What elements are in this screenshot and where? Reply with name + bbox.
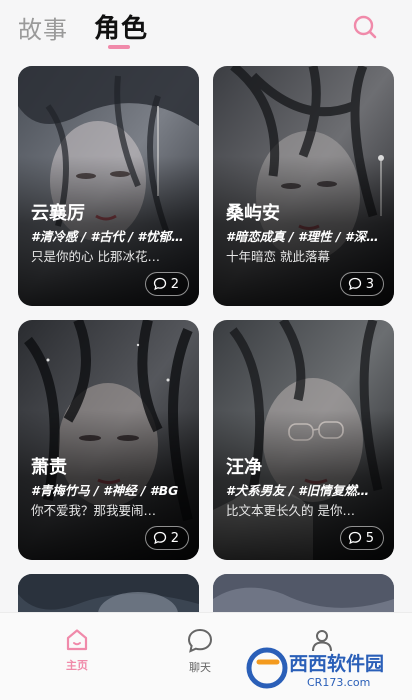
chat-bubble-icon — [348, 277, 361, 291]
search-icon — [353, 15, 377, 39]
character-description: 比文本更长久的 是你… — [226, 503, 355, 518]
chat-bubble-icon — [153, 277, 166, 291]
character-name: 云襄厉 — [31, 203, 85, 224]
chat-count: 2 — [170, 276, 179, 292]
chat-count: 2 — [170, 530, 179, 546]
chat-count-badge: 2 — [144, 272, 189, 296]
chat-bubble-icon — [348, 531, 361, 545]
chat-count: 3 — [365, 276, 374, 292]
character-name: 桑屿安 — [226, 203, 280, 224]
character-tags: #青梅竹马 / #神经 / #BG — [31, 483, 179, 498]
active-tab-indicator — [108, 45, 130, 49]
chat-count-badge: 5 — [339, 526, 384, 550]
character-tags: #暗恋成真 / #理性 / #深… — [226, 229, 379, 244]
chat-bubble-icon — [153, 531, 166, 545]
chat-count-badge: 2 — [144, 526, 189, 550]
nav-home-label: 主页 — [66, 659, 88, 672]
character-card[interactable]: 云襄厉 #清冷感 / #古代 / #忧郁… 只是你的心 比那冰花… 2 — [18, 66, 199, 306]
tab-story[interactable]: 故事 — [18, 10, 68, 45]
watermark-url: CR173.com — [307, 676, 370, 689]
nav-chat[interactable]: 聊天 — [170, 627, 230, 675]
character-card[interactable]: 汪净 #犬系男友 / #旧情复燃… 比文本更长久的 是你… 5 — [213, 320, 394, 560]
chat-count-badge: 3 — [339, 272, 384, 296]
tab-characters[interactable]: 角色 — [94, 8, 148, 45]
chat-bubble-icon — [187, 628, 213, 653]
character-description: 你不爱我？那我要闹… — [31, 503, 157, 518]
nav-chat-label: 聊天 — [189, 661, 211, 674]
search-button[interactable] — [350, 12, 380, 42]
site-watermark: 西西软件园 CR173.com — [245, 642, 405, 692]
character-tags: #犬系男友 / #旧情复燃… — [226, 483, 370, 498]
top-header: 故事 角色 — [0, 0, 412, 58]
character-grid: 云襄厉 #清冷感 / #古代 / #忧郁… 只是你的心 比那冰花… 2 桑屿安 — [0, 0, 412, 700]
watermark-brand: 西西软件园 — [289, 652, 384, 675]
home-icon — [66, 629, 88, 651]
character-name: 萧责 — [31, 457, 67, 478]
watermark-logo: 西西软件园 CR173.com — [246, 647, 384, 689]
character-description: 只是你的心 比那冰花… — [31, 249, 160, 264]
character-description: 十年暗恋 就此落幕 — [226, 249, 330, 264]
nav-home[interactable]: 主页 — [47, 627, 107, 673]
character-name: 汪净 — [226, 457, 262, 478]
character-tags: #清冷感 / #古代 / #忧郁… — [31, 229, 184, 244]
chat-count: 5 — [365, 530, 374, 546]
character-card[interactable]: 桑屿安 #暗恋成真 / #理性 / #深… 十年暗恋 就此落幕 3 — [213, 66, 394, 306]
character-card[interactable]: 萧责 #青梅竹马 / #神经 / #BG 你不爱我？那我要闹… 2 — [18, 320, 199, 560]
